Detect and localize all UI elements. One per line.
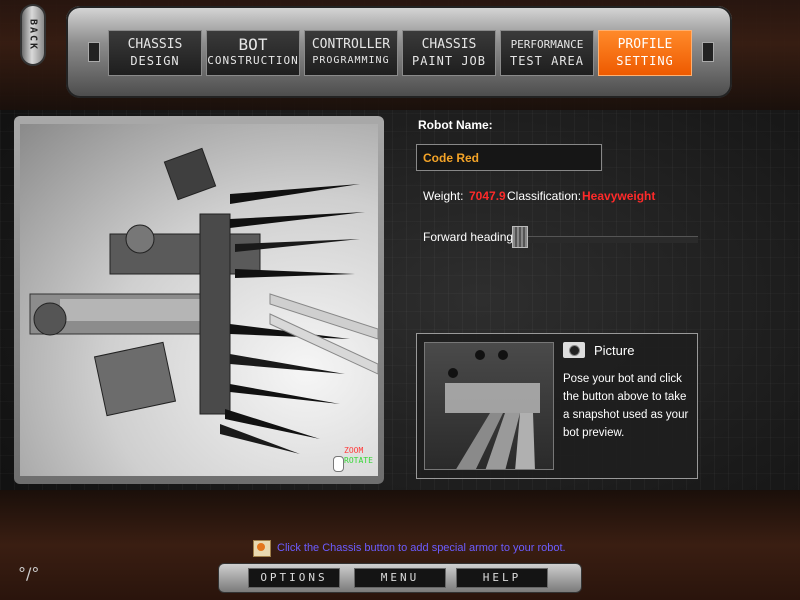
camera-icon[interactable] <box>563 342 585 358</box>
robot-name-label: Robot Name: <box>418 118 493 132</box>
menu-button[interactable]: MENU <box>354 568 446 588</box>
corner-logo-icon: °/° <box>18 564 40 583</box>
back-button[interactable]: BACK <box>20 4 46 66</box>
tab-label-line2: TEST AREA <box>509 54 585 68</box>
tab-chassis-design[interactable]: CHASSIS DESIGN <box>108 30 202 76</box>
tab-label-line2: PROGRAMMING <box>312 55 390 66</box>
mouse-icon <box>333 456 344 472</box>
tab-profile-setting[interactable]: PROFILE SETTING <box>598 30 692 76</box>
robot-3d-viewport-frame <box>14 116 384 484</box>
rotate-label: ROTATE <box>344 456 373 465</box>
left-bolt <box>88 42 100 62</box>
tab-performance-test-area[interactable]: PERFORMANCE TEST AREA <box>500 30 594 76</box>
tip-text: Click the Chassis button to add special … <box>277 542 566 554</box>
classification-label: Classification: <box>507 189 582 203</box>
tab-label-line2: SETTING <box>616 54 674 68</box>
tab-label-line2: CONSTRUCTION <box>207 54 299 67</box>
tab-label-line2: PAINT JOB <box>411 54 487 68</box>
tab-label-line1: PROFILE <box>617 37 673 52</box>
tab-label-line1: CHASSIS <box>421 37 477 52</box>
tab-label-line1: PERFORMANCE <box>510 38 584 51</box>
robot-3d-viewport[interactable] <box>20 124 378 476</box>
tab-label-line1: BOT <box>238 35 268 54</box>
help-button[interactable]: HELP <box>456 568 548 588</box>
tab-label-line1: CONTROLLER <box>311 37 391 52</box>
back-label: BACK <box>27 18 39 52</box>
robot-name-input[interactable]: Code Red <box>416 144 602 171</box>
tab-bot-construction[interactable]: BOT CONSTRUCTION <box>206 30 300 76</box>
weight-value: 7047.9 <box>469 189 506 203</box>
tips-icon <box>253 540 271 557</box>
tab-label-line1: CHASSIS <box>127 37 183 52</box>
classification-value: Heavyweight <box>582 189 656 203</box>
options-button[interactable]: OPTIONS <box>248 568 340 588</box>
tab-label-line2: DESIGN <box>130 54 180 68</box>
forward-heading-slider-track[interactable] <box>512 236 698 243</box>
bot-preview-thumbnail <box>424 342 554 470</box>
weight-label: Weight: <box>423 189 464 203</box>
tab-chassis-paint-job[interactable]: CHASSIS PAINT JOB <box>402 30 496 76</box>
preview-render <box>445 350 540 469</box>
zoom-label: ZOOM <box>344 446 364 455</box>
right-bolt <box>702 42 714 62</box>
forward-heading-label: Forward heading: <box>423 230 517 244</box>
robot-render <box>29 147 378 454</box>
picture-title: Picture <box>594 343 635 358</box>
robot-name-value: Code Red <box>423 151 480 165</box>
zoom-rotate-legend: ZOOM ROTATE <box>340 446 373 466</box>
forward-heading-slider-thumb[interactable] <box>512 226 528 248</box>
picture-description: Pose your bot and click the button above… <box>563 373 689 439</box>
tab-controller-programming[interactable]: CONTROLLER PROGRAMMING <box>304 30 398 76</box>
